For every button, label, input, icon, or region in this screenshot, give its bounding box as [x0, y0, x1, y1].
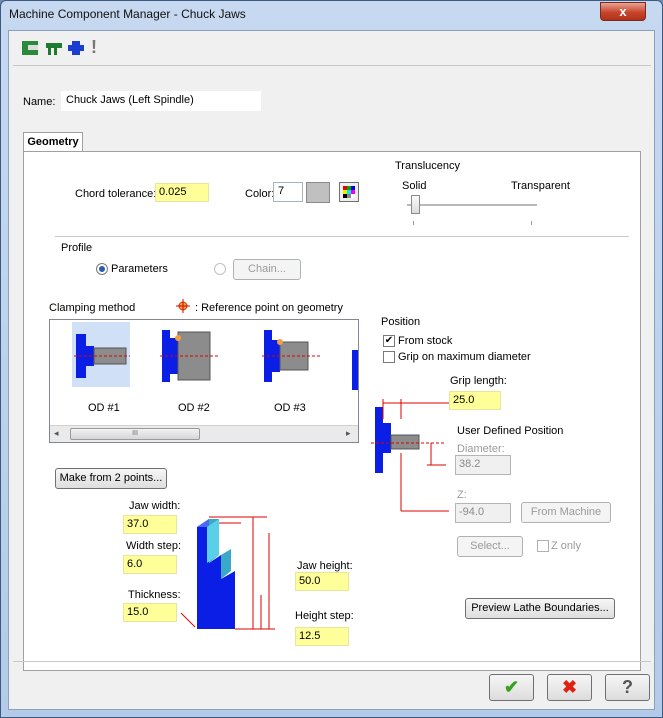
clamp-horizontal-scrollbar[interactable]: ◂ III ▸ — [50, 425, 358, 442]
thickness-input[interactable]: 15.0 — [123, 603, 177, 622]
select-button[interactable]: Select... — [457, 536, 523, 557]
toolbar-divider — [13, 65, 651, 66]
tab-geometry[interactable]: Geometry — [23, 132, 83, 152]
translucency-slider-thumb[interactable] — [411, 195, 420, 214]
scroll-right-icon[interactable]: ▸ — [346, 428, 351, 439]
z-only-label: Z only — [551, 540, 581, 552]
chord-tolerance-label: Chord tolerance: — [75, 188, 157, 200]
dialog-client: ! Name: Chuck Jaws (Left Spindle) Geomet… — [8, 30, 655, 710]
from-stock-label: From stock — [398, 335, 453, 347]
clamp-od1-icon[interactable] — [74, 326, 130, 386]
slider-tick — [531, 221, 532, 225]
grip-max-diameter-checkbox[interactable] — [383, 351, 395, 363]
chord-tolerance-input[interactable]: 0.025 — [155, 183, 209, 202]
scroll-left-icon[interactable]: ◂ — [54, 428, 59, 439]
dialog-window: Machine Component Manager - Chuck Jaws x… — [0, 0, 663, 718]
jaw-height-input[interactable]: 50.0 — [295, 572, 349, 591]
position-label: Position — [381, 316, 421, 328]
translucency-label: Translucency — [395, 160, 461, 172]
color-input[interactable]: 7 — [273, 182, 303, 202]
close-button[interactable]: x — [600, 2, 646, 21]
help-button[interactable]: ? — [605, 674, 650, 701]
footer-divider — [13, 661, 651, 662]
slider-tick — [413, 221, 414, 225]
grip-max-diameter-label: Grip on maximum diameter — [398, 351, 531, 363]
color-label: Color: — [245, 188, 275, 200]
ok-button[interactable]: ✔ — [489, 674, 534, 701]
chain-button[interactable]: Chain... — [233, 259, 301, 280]
name-label: Name: — [23, 96, 56, 108]
jaw-width-input[interactable]: 37.0 — [123, 515, 177, 534]
jaw-width-label: Jaw width: — [129, 500, 181, 512]
translucency-solid-label: Solid — [402, 180, 427, 192]
clamp-od2-icon[interactable] — [160, 326, 220, 386]
from-machine-button[interactable]: From Machine — [521, 502, 611, 523]
translucency-track[interactable] — [407, 204, 537, 206]
gripper-icon[interactable] — [67, 40, 85, 56]
clamping-method-label: Clamping method — [49, 302, 136, 314]
z-input[interactable]: -94.0 — [455, 503, 511, 523]
z-only-checkbox[interactable] — [537, 540, 549, 552]
height-step-input[interactable]: 12.5 — [295, 627, 349, 646]
clamp-item-label: OD #2 — [178, 402, 210, 414]
clamp-item-label: OD #3 — [274, 402, 306, 414]
clamp-item-label: OD #1 — [88, 402, 120, 414]
grip-length-label: Grip length: — [450, 375, 507, 387]
z-label: Z: — [457, 489, 467, 501]
translucency-transparent-label: Transparent — [511, 180, 570, 192]
diameter-label: Diameter: — [457, 443, 505, 455]
section-divider — [55, 236, 629, 237]
make-from-2-points-button[interactable]: Make from 2 points... — [55, 468, 167, 489]
jaw-height-label: Jaw height: — [297, 560, 353, 572]
clamping-method-list[interactable]: OD #1 OD #2 OD #3 ◂ III ▸ — [49, 319, 359, 443]
diameter-input[interactable]: 38.2 — [455, 455, 511, 475]
width-step-label: Width step: — [126, 540, 182, 552]
title-bar[interactable]: Machine Component Manager - Chuck Jaws x — [1, 1, 662, 27]
jaw-profile-icon[interactable] — [21, 40, 39, 56]
jaw-open-icon[interactable] — [45, 40, 63, 56]
from-stock-checkbox[interactable]: ✔ — [383, 335, 395, 347]
profile-label: Profile — [61, 242, 93, 254]
parameters-label: Parameters — [111, 263, 168, 275]
preview-lathe-boundaries-button[interactable]: Preview Lathe Boundaries... — [465, 598, 615, 619]
name-input[interactable]: Chuck Jaws (Left Spindle) — [61, 91, 261, 111]
chain-radio[interactable] — [214, 263, 226, 275]
color-palette-icon[interactable] — [339, 182, 359, 202]
thickness-label: Thickness: — [128, 589, 181, 601]
scroll-thumb[interactable]: III — [70, 428, 200, 440]
jaw-dimension-diagram — [180, 516, 275, 630]
warning-icon[interactable]: ! — [91, 37, 97, 58]
user-defined-position-label: User Defined Position — [457, 425, 564, 437]
height-step-label: Height step: — [295, 610, 354, 622]
cancel-button[interactable]: ✖ — [547, 674, 592, 701]
clamp-od3-icon[interactable] — [262, 326, 322, 386]
reference-point-icon — [176, 299, 190, 313]
reference-point-note: : Reference point on geometry — [195, 302, 343, 314]
window-title: Machine Component Manager - Chuck Jaws — [9, 7, 246, 21]
parameters-radio[interactable] — [96, 263, 108, 275]
width-step-input[interactable]: 6.0 — [123, 555, 177, 574]
clamp-od4-partial — [352, 350, 358, 390]
color-swatch — [306, 182, 330, 203]
